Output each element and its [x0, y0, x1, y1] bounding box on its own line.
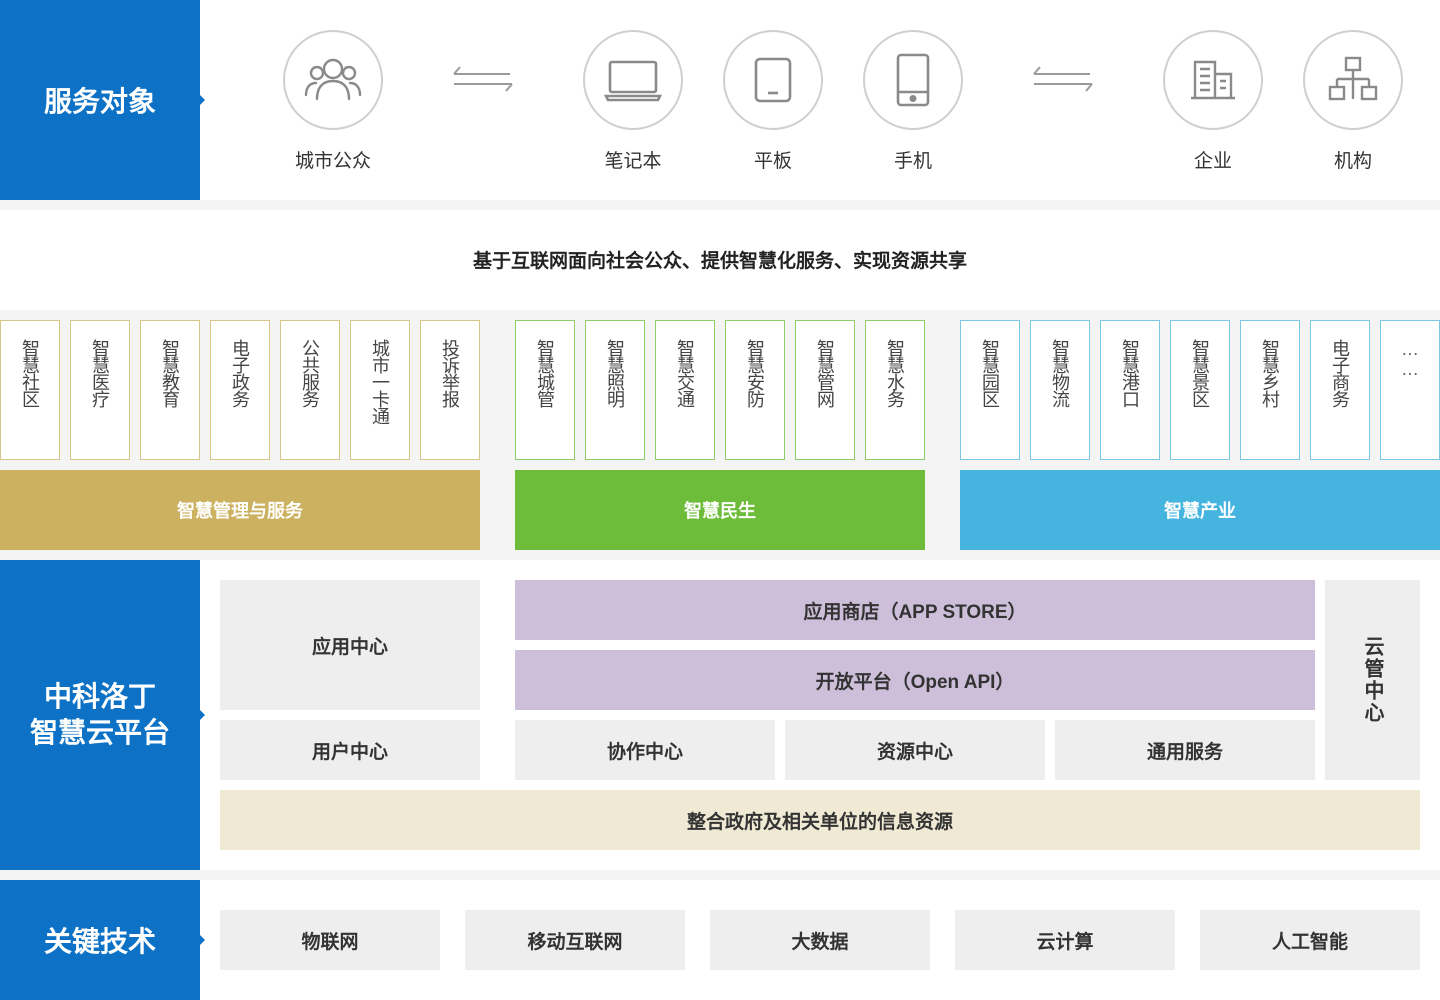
application-card-label: 智慧照明 [605, 339, 625, 407]
application-card: 智慧乡村 [1240, 320, 1300, 460]
application-card: 智慧社区 [0, 320, 60, 460]
application-card: 公共服务 [280, 320, 340, 460]
category-label: 智慧民生 [684, 501, 756, 521]
category-label: 智慧产业 [1164, 501, 1236, 521]
collab-center-box: 协作中心 [515, 720, 775, 780]
application-card-label: 智慧园区 [980, 339, 1000, 407]
cloud-mgmt-box: 云管中心 [1325, 580, 1420, 780]
service-target-institution [1303, 30, 1403, 130]
application-card: 智慧教育 [140, 320, 200, 460]
application-card: 智慧管网 [795, 320, 855, 460]
service-target-label: 企业 [1193, 151, 1232, 172]
application-card-label: 智慧医疗 [90, 339, 110, 407]
service-target-tablet [723, 30, 823, 130]
laptop-icon [604, 60, 662, 102]
building-icon [1191, 60, 1235, 100]
section-service-objects: 服务对象 [0, 0, 205, 200]
application-card-label: 智慧物流 [1050, 339, 1070, 407]
service-target-label: 平板 [753, 151, 792, 172]
service-target-label: 机构 [1333, 151, 1372, 172]
open-api-box: 开放平台（Open API） [515, 650, 1315, 710]
application-card-label: 智慧安防 [745, 339, 765, 407]
category-bar-livelihood: 智慧民生 [515, 470, 925, 550]
section-key-tech: 关键技术 [0, 880, 205, 1000]
service-target-enterprise [1163, 30, 1263, 130]
application-card: 智慧水务 [865, 320, 925, 460]
application-card: 智慧景区 [1170, 320, 1230, 460]
service-target-label: 笔记本 [604, 151, 662, 172]
application-card-label: 智慧社区 [20, 339, 40, 407]
section-service-objects-label: 服务对象 [43, 86, 156, 117]
application-card-label: 智慧港口 [1120, 339, 1140, 407]
application-card: 电子政务 [210, 320, 270, 460]
application-card-label: 智慧教育 [160, 339, 180, 407]
application-card: 智慧交通 [655, 320, 715, 460]
application-card-label: 城市一卡通 [370, 339, 390, 424]
org-chart-icon [1328, 56, 1378, 101]
application-card-label: 智慧交通 [675, 339, 695, 407]
application-card-label: 智慧乡村 [1260, 339, 1280, 407]
resource-center-box: 资源中心 [785, 720, 1045, 780]
tech-mobile-internet: 移动互联网 [465, 910, 685, 970]
category-label: 智慧管理与服务 [177, 501, 303, 521]
service-target-laptop [583, 30, 683, 130]
application-card-label: 电子政务 [230, 339, 250, 407]
application-card: 智慧医疗 [70, 320, 130, 460]
application-card: …… [1380, 320, 1440, 460]
application-card: 智慧港口 [1100, 320, 1160, 460]
application-card: 智慧照明 [585, 320, 645, 460]
service-target-label: 城市公众 [294, 151, 371, 172]
people-icon [304, 58, 362, 101]
app-store-box: 应用商店（APP STORE） [515, 580, 1315, 640]
application-card-label: 投诉举报 [440, 339, 460, 407]
platform-title-line2: 智慧云平台 [29, 717, 170, 748]
tech-ai: 人工智能 [1200, 910, 1420, 970]
category-bar-industry: 智慧产业 [960, 470, 1440, 550]
cloud-mgmt-label: 云管中心 [1361, 636, 1383, 724]
general-service-box: 通用服务 [1055, 720, 1315, 780]
tech-cloud-computing: 云计算 [955, 910, 1175, 970]
section-platform: 中科洛丁 智慧云平台 [0, 560, 205, 870]
application-card: 智慧安防 [725, 320, 785, 460]
integration-box: 整合政府及相关单位的信息资源 [220, 790, 1420, 850]
service-target-phone [863, 30, 963, 130]
app-center-box: 应用中心 [220, 580, 480, 710]
section-divider [0, 870, 1440, 880]
exchange-arrows-icon [1033, 66, 1093, 92]
application-card-label: …… [1400, 339, 1420, 379]
tech-iot: 物联网 [220, 910, 440, 970]
application-card: 城市一卡通 [350, 320, 410, 460]
application-card-label: 智慧水务 [885, 339, 905, 407]
application-card-label: 电子商务 [1330, 339, 1350, 407]
application-card-label: 智慧景区 [1190, 339, 1210, 407]
category-bar-management: 智慧管理与服务 [0, 470, 480, 550]
service-target-label: 手机 [893, 151, 932, 172]
section-divider [0, 200, 1440, 210]
application-card-label: 智慧城管 [535, 339, 555, 407]
platform-title-line1: 中科洛丁 [43, 681, 156, 712]
application-card: 智慧园区 [960, 320, 1020, 460]
tablet-icon [754, 57, 792, 103]
tech-big-data: 大数据 [710, 910, 930, 970]
application-card: 智慧物流 [1030, 320, 1090, 460]
application-card-label: 智慧管网 [815, 339, 835, 407]
application-card: 智慧城管 [515, 320, 575, 460]
phone-icon [896, 53, 930, 107]
tagline: 基于互联网面向社会公众、提供智慧化服务、实现资源共享 [472, 251, 967, 272]
application-card-label: 公共服务 [300, 339, 320, 407]
application-card: 投诉举报 [420, 320, 480, 460]
section-key-tech-label: 关键技术 [43, 926, 156, 957]
exchange-arrows-icon [453, 66, 513, 92]
service-target-public [283, 30, 383, 130]
application-card: 电子商务 [1310, 320, 1370, 460]
user-center-box: 用户中心 [220, 720, 480, 780]
